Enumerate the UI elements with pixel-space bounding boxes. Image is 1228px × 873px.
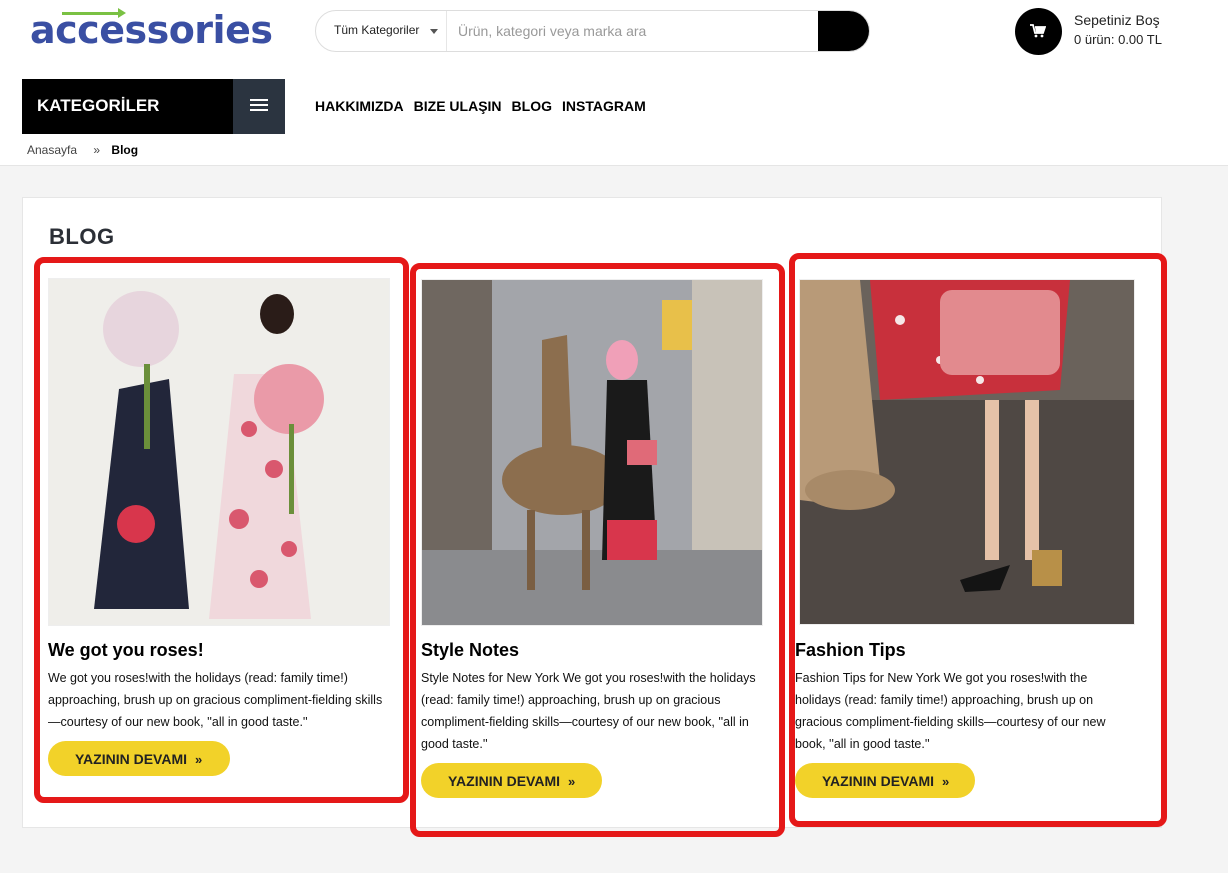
post-title[interactable]: Fashion Tips (795, 640, 906, 661)
search-category-select[interactable]: Tüm Kategoriler (316, 11, 447, 51)
main-menu: HAKKIMIZDA BIZE ULAŞIN BLOG INSTAGRAM (315, 98, 646, 114)
menu-item-hakkimizda[interactable]: HAKKIMIZDA (315, 98, 404, 114)
search-category-label: Tüm Kategoriler (334, 23, 420, 37)
site-header: accessories Tüm Kategoriler Sepetiniz Bo… (0, 0, 1228, 79)
cart-button[interactable] (1015, 8, 1062, 55)
read-more-label: YAZININ DEVAMI (75, 750, 188, 767)
read-more-label: YAZININ DEVAMI (448, 772, 561, 789)
hamburger-icon (250, 99, 268, 101)
menu-item-instagram[interactable]: INSTAGRAM (562, 98, 646, 114)
chevron-down-icon (430, 29, 438, 34)
page-title: BLOG (49, 224, 115, 249)
post-title[interactable]: Style Notes (421, 640, 519, 661)
logo-text: accessories (30, 8, 273, 52)
menu-item-blog[interactable]: BLOG (512, 98, 552, 114)
breadcrumb-home[interactable]: Anasayfa (27, 143, 77, 157)
post-excerpt: We got you roses!with the holidays (read… (48, 671, 383, 729)
menu-toggle[interactable] (233, 79, 285, 134)
navbar: KATEGORİLER HAKKIMIZDA BIZE ULAŞIN BLOG … (0, 79, 1228, 166)
breadcrumb-current: Blog (111, 143, 139, 157)
read-more-label: YAZININ DEVAMI (822, 772, 935, 789)
read-more-button[interactable]: YAZININ DEVAMI » (48, 741, 230, 776)
read-more-button[interactable]: YAZININ DEVAMI » (421, 763, 602, 798)
cart-title[interactable]: Sepetiniz Boş (1074, 12, 1160, 28)
breadcrumb-separator: » (93, 143, 101, 157)
search-button[interactable] (818, 11, 869, 51)
post-image[interactable] (799, 279, 1135, 625)
breadcrumb: Anasayfa » Blog (27, 143, 138, 157)
post-title[interactable]: We got you roses! (48, 640, 204, 661)
cart-summary[interactable]: 0 ürün: 0.00 TL (1074, 32, 1162, 47)
read-more-button[interactable]: YAZININ DEVAMI » (795, 763, 975, 798)
site-logo[interactable]: accessories (22, 0, 285, 68)
double-chevron-right-icon: » (942, 773, 950, 789)
search-input[interactable] (448, 11, 818, 51)
categories-menu-button[interactable]: KATEGORİLER (22, 79, 234, 134)
post-image[interactable] (421, 279, 763, 626)
categories-label: KATEGORİLER (37, 96, 160, 115)
double-chevron-right-icon: » (195, 751, 203, 767)
double-chevron-right-icon: » (568, 773, 576, 789)
menu-item-bize-ulasin[interactable]: BIZE ULAŞIN (414, 98, 502, 114)
post-excerpt: Style Notes for New York We got you rose… (421, 671, 756, 751)
post-image[interactable] (48, 278, 390, 626)
post-excerpt: Fashion Tips for New York We got you ros… (795, 671, 1106, 751)
search-bar: Tüm Kategoriler (315, 10, 870, 52)
cart-icon (1030, 24, 1046, 38)
